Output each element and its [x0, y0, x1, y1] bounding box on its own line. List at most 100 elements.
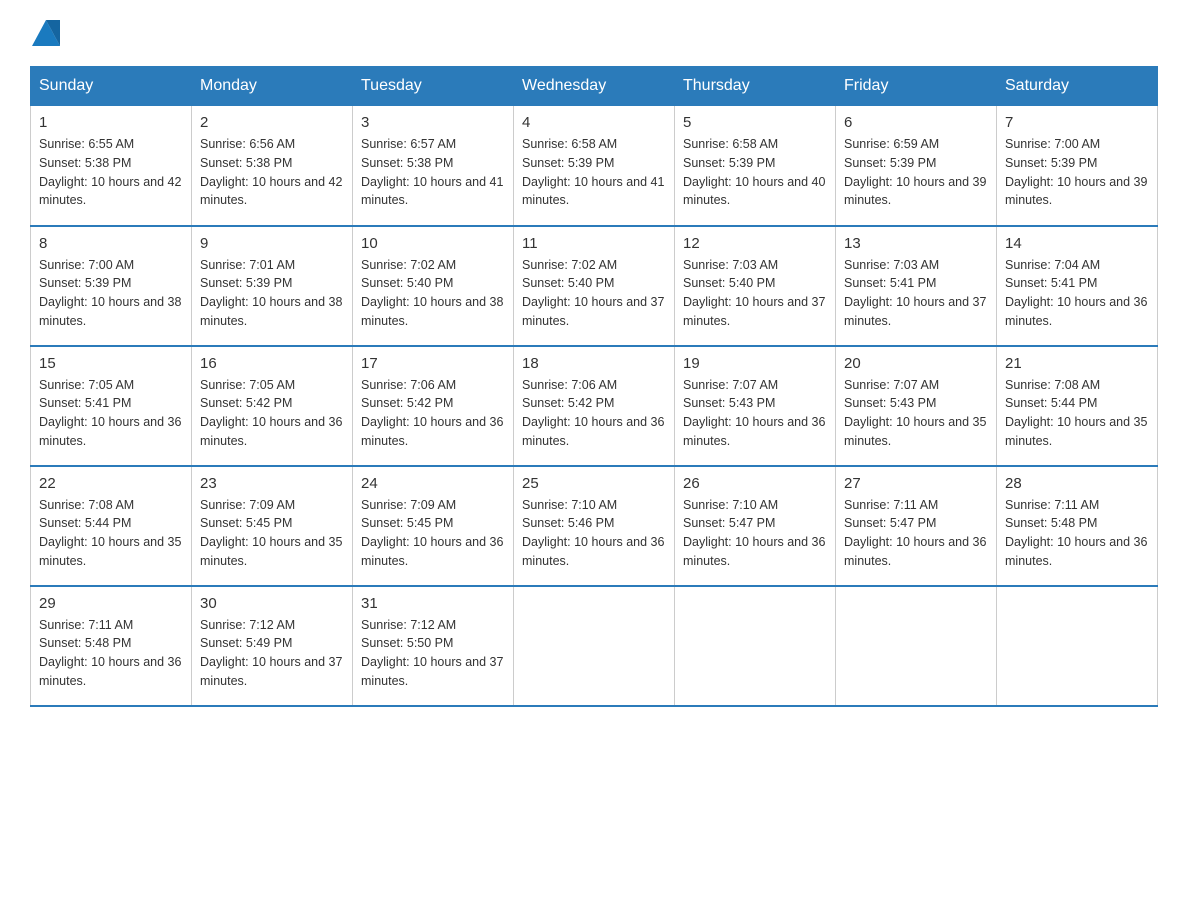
header-day-monday: Monday [192, 67, 353, 106]
empty-cell [997, 586, 1158, 706]
day-cell-6: 6 Sunrise: 6:59 AMSunset: 5:39 PMDayligh… [836, 106, 997, 226]
day-number: 10 [361, 235, 505, 252]
day-cell-5: 5 Sunrise: 6:58 AMSunset: 5:39 PMDayligh… [675, 106, 836, 226]
day-info: Sunrise: 7:12 AMSunset: 5:50 PMDaylight:… [361, 616, 505, 691]
day-number: 14 [1005, 235, 1149, 252]
day-number: 21 [1005, 355, 1149, 372]
day-cell-22: 22 Sunrise: 7:08 AMSunset: 5:44 PMDaylig… [31, 466, 192, 586]
day-number: 2 [200, 114, 344, 131]
day-cell-3: 3 Sunrise: 6:57 AMSunset: 5:38 PMDayligh… [353, 106, 514, 226]
day-number: 29 [39, 595, 183, 612]
day-cell-14: 14 Sunrise: 7:04 AMSunset: 5:41 PMDaylig… [997, 226, 1158, 346]
day-info: Sunrise: 6:55 AMSunset: 5:38 PMDaylight:… [39, 135, 183, 210]
week-row-4: 22 Sunrise: 7:08 AMSunset: 5:44 PMDaylig… [31, 466, 1158, 586]
day-info: Sunrise: 7:11 AMSunset: 5:47 PMDaylight:… [844, 496, 988, 571]
day-cell-15: 15 Sunrise: 7:05 AMSunset: 5:41 PMDaylig… [31, 346, 192, 466]
day-cell-28: 28 Sunrise: 7:11 AMSunset: 5:48 PMDaylig… [997, 466, 1158, 586]
day-cell-7: 7 Sunrise: 7:00 AMSunset: 5:39 PMDayligh… [997, 106, 1158, 226]
day-cell-9: 9 Sunrise: 7:01 AMSunset: 5:39 PMDayligh… [192, 226, 353, 346]
day-number: 31 [361, 595, 505, 612]
header-day-friday: Friday [836, 67, 997, 106]
day-info: Sunrise: 7:07 AMSunset: 5:43 PMDaylight:… [844, 376, 988, 451]
day-cell-1: 1 Sunrise: 6:55 AMSunset: 5:38 PMDayligh… [31, 106, 192, 226]
header-day-saturday: Saturday [997, 67, 1158, 106]
day-number: 3 [361, 114, 505, 131]
day-info: Sunrise: 6:58 AMSunset: 5:39 PMDaylight:… [522, 135, 666, 210]
day-number: 28 [1005, 475, 1149, 492]
day-cell-8: 8 Sunrise: 7:00 AMSunset: 5:39 PMDayligh… [31, 226, 192, 346]
day-number: 20 [844, 355, 988, 372]
day-number: 8 [39, 235, 183, 252]
day-number: 5 [683, 114, 827, 131]
day-number: 11 [522, 235, 666, 252]
calendar-table: SundayMondayTuesdayWednesdayThursdayFrid… [30, 66, 1158, 707]
day-info: Sunrise: 7:11 AMSunset: 5:48 PMDaylight:… [1005, 496, 1149, 571]
day-number: 24 [361, 475, 505, 492]
day-info: Sunrise: 7:00 AMSunset: 5:39 PMDaylight:… [39, 256, 183, 331]
day-info: Sunrise: 7:09 AMSunset: 5:45 PMDaylight:… [361, 496, 505, 571]
day-cell-19: 19 Sunrise: 7:07 AMSunset: 5:43 PMDaylig… [675, 346, 836, 466]
day-cell-2: 2 Sunrise: 6:56 AMSunset: 5:38 PMDayligh… [192, 106, 353, 226]
header-row: SundayMondayTuesdayWednesdayThursdayFrid… [31, 67, 1158, 106]
day-number: 27 [844, 475, 988, 492]
week-row-1: 1 Sunrise: 6:55 AMSunset: 5:38 PMDayligh… [31, 106, 1158, 226]
day-cell-12: 12 Sunrise: 7:03 AMSunset: 5:40 PMDaylig… [675, 226, 836, 346]
day-info: Sunrise: 6:57 AMSunset: 5:38 PMDaylight:… [361, 135, 505, 210]
day-info: Sunrise: 7:06 AMSunset: 5:42 PMDaylight:… [522, 376, 666, 451]
day-number: 12 [683, 235, 827, 252]
day-number: 6 [844, 114, 988, 131]
day-number: 18 [522, 355, 666, 372]
day-cell-20: 20 Sunrise: 7:07 AMSunset: 5:43 PMDaylig… [836, 346, 997, 466]
day-info: Sunrise: 7:06 AMSunset: 5:42 PMDaylight:… [361, 376, 505, 451]
header-day-sunday: Sunday [31, 67, 192, 106]
day-number: 17 [361, 355, 505, 372]
day-number: 9 [200, 235, 344, 252]
day-info: Sunrise: 7:09 AMSunset: 5:45 PMDaylight:… [200, 496, 344, 571]
day-number: 7 [1005, 114, 1149, 131]
day-info: Sunrise: 7:10 AMSunset: 5:46 PMDaylight:… [522, 496, 666, 571]
day-info: Sunrise: 7:03 AMSunset: 5:40 PMDaylight:… [683, 256, 827, 331]
day-number: 1 [39, 114, 183, 131]
day-info: Sunrise: 6:59 AMSunset: 5:39 PMDaylight:… [844, 135, 988, 210]
empty-cell [675, 586, 836, 706]
day-info: Sunrise: 7:04 AMSunset: 5:41 PMDaylight:… [1005, 256, 1149, 331]
day-number: 30 [200, 595, 344, 612]
day-cell-17: 17 Sunrise: 7:06 AMSunset: 5:42 PMDaylig… [353, 346, 514, 466]
header-day-tuesday: Tuesday [353, 67, 514, 106]
day-cell-29: 29 Sunrise: 7:11 AMSunset: 5:48 PMDaylig… [31, 586, 192, 706]
day-cell-25: 25 Sunrise: 7:10 AMSunset: 5:46 PMDaylig… [514, 466, 675, 586]
day-cell-30: 30 Sunrise: 7:12 AMSunset: 5:49 PMDaylig… [192, 586, 353, 706]
day-cell-31: 31 Sunrise: 7:12 AMSunset: 5:50 PMDaylig… [353, 586, 514, 706]
day-number: 19 [683, 355, 827, 372]
page-header [30, 20, 1158, 46]
week-row-5: 29 Sunrise: 7:11 AMSunset: 5:48 PMDaylig… [31, 586, 1158, 706]
day-info: Sunrise: 7:05 AMSunset: 5:42 PMDaylight:… [200, 376, 344, 451]
day-info: Sunrise: 7:02 AMSunset: 5:40 PMDaylight:… [361, 256, 505, 331]
day-info: Sunrise: 7:00 AMSunset: 5:39 PMDaylight:… [1005, 135, 1149, 210]
day-info: Sunrise: 7:08 AMSunset: 5:44 PMDaylight:… [39, 496, 183, 571]
day-info: Sunrise: 6:56 AMSunset: 5:38 PMDaylight:… [200, 135, 344, 210]
day-info: Sunrise: 7:03 AMSunset: 5:41 PMDaylight:… [844, 256, 988, 331]
day-cell-27: 27 Sunrise: 7:11 AMSunset: 5:47 PMDaylig… [836, 466, 997, 586]
day-info: Sunrise: 7:10 AMSunset: 5:47 PMDaylight:… [683, 496, 827, 571]
day-info: Sunrise: 7:07 AMSunset: 5:43 PMDaylight:… [683, 376, 827, 451]
day-cell-24: 24 Sunrise: 7:09 AMSunset: 5:45 PMDaylig… [353, 466, 514, 586]
day-info: Sunrise: 7:05 AMSunset: 5:41 PMDaylight:… [39, 376, 183, 451]
day-number: 15 [39, 355, 183, 372]
empty-cell [836, 586, 997, 706]
week-row-2: 8 Sunrise: 7:00 AMSunset: 5:39 PMDayligh… [31, 226, 1158, 346]
empty-cell [514, 586, 675, 706]
day-cell-10: 10 Sunrise: 7:02 AMSunset: 5:40 PMDaylig… [353, 226, 514, 346]
week-row-3: 15 Sunrise: 7:05 AMSunset: 5:41 PMDaylig… [31, 346, 1158, 466]
day-cell-13: 13 Sunrise: 7:03 AMSunset: 5:41 PMDaylig… [836, 226, 997, 346]
day-info: Sunrise: 6:58 AMSunset: 5:39 PMDaylight:… [683, 135, 827, 210]
day-cell-16: 16 Sunrise: 7:05 AMSunset: 5:42 PMDaylig… [192, 346, 353, 466]
day-number: 13 [844, 235, 988, 252]
day-cell-26: 26 Sunrise: 7:10 AMSunset: 5:47 PMDaylig… [675, 466, 836, 586]
header-day-thursday: Thursday [675, 67, 836, 106]
day-number: 16 [200, 355, 344, 372]
day-cell-23: 23 Sunrise: 7:09 AMSunset: 5:45 PMDaylig… [192, 466, 353, 586]
day-number: 26 [683, 475, 827, 492]
day-info: Sunrise: 7:08 AMSunset: 5:44 PMDaylight:… [1005, 376, 1149, 451]
logo-icon [32, 20, 60, 46]
